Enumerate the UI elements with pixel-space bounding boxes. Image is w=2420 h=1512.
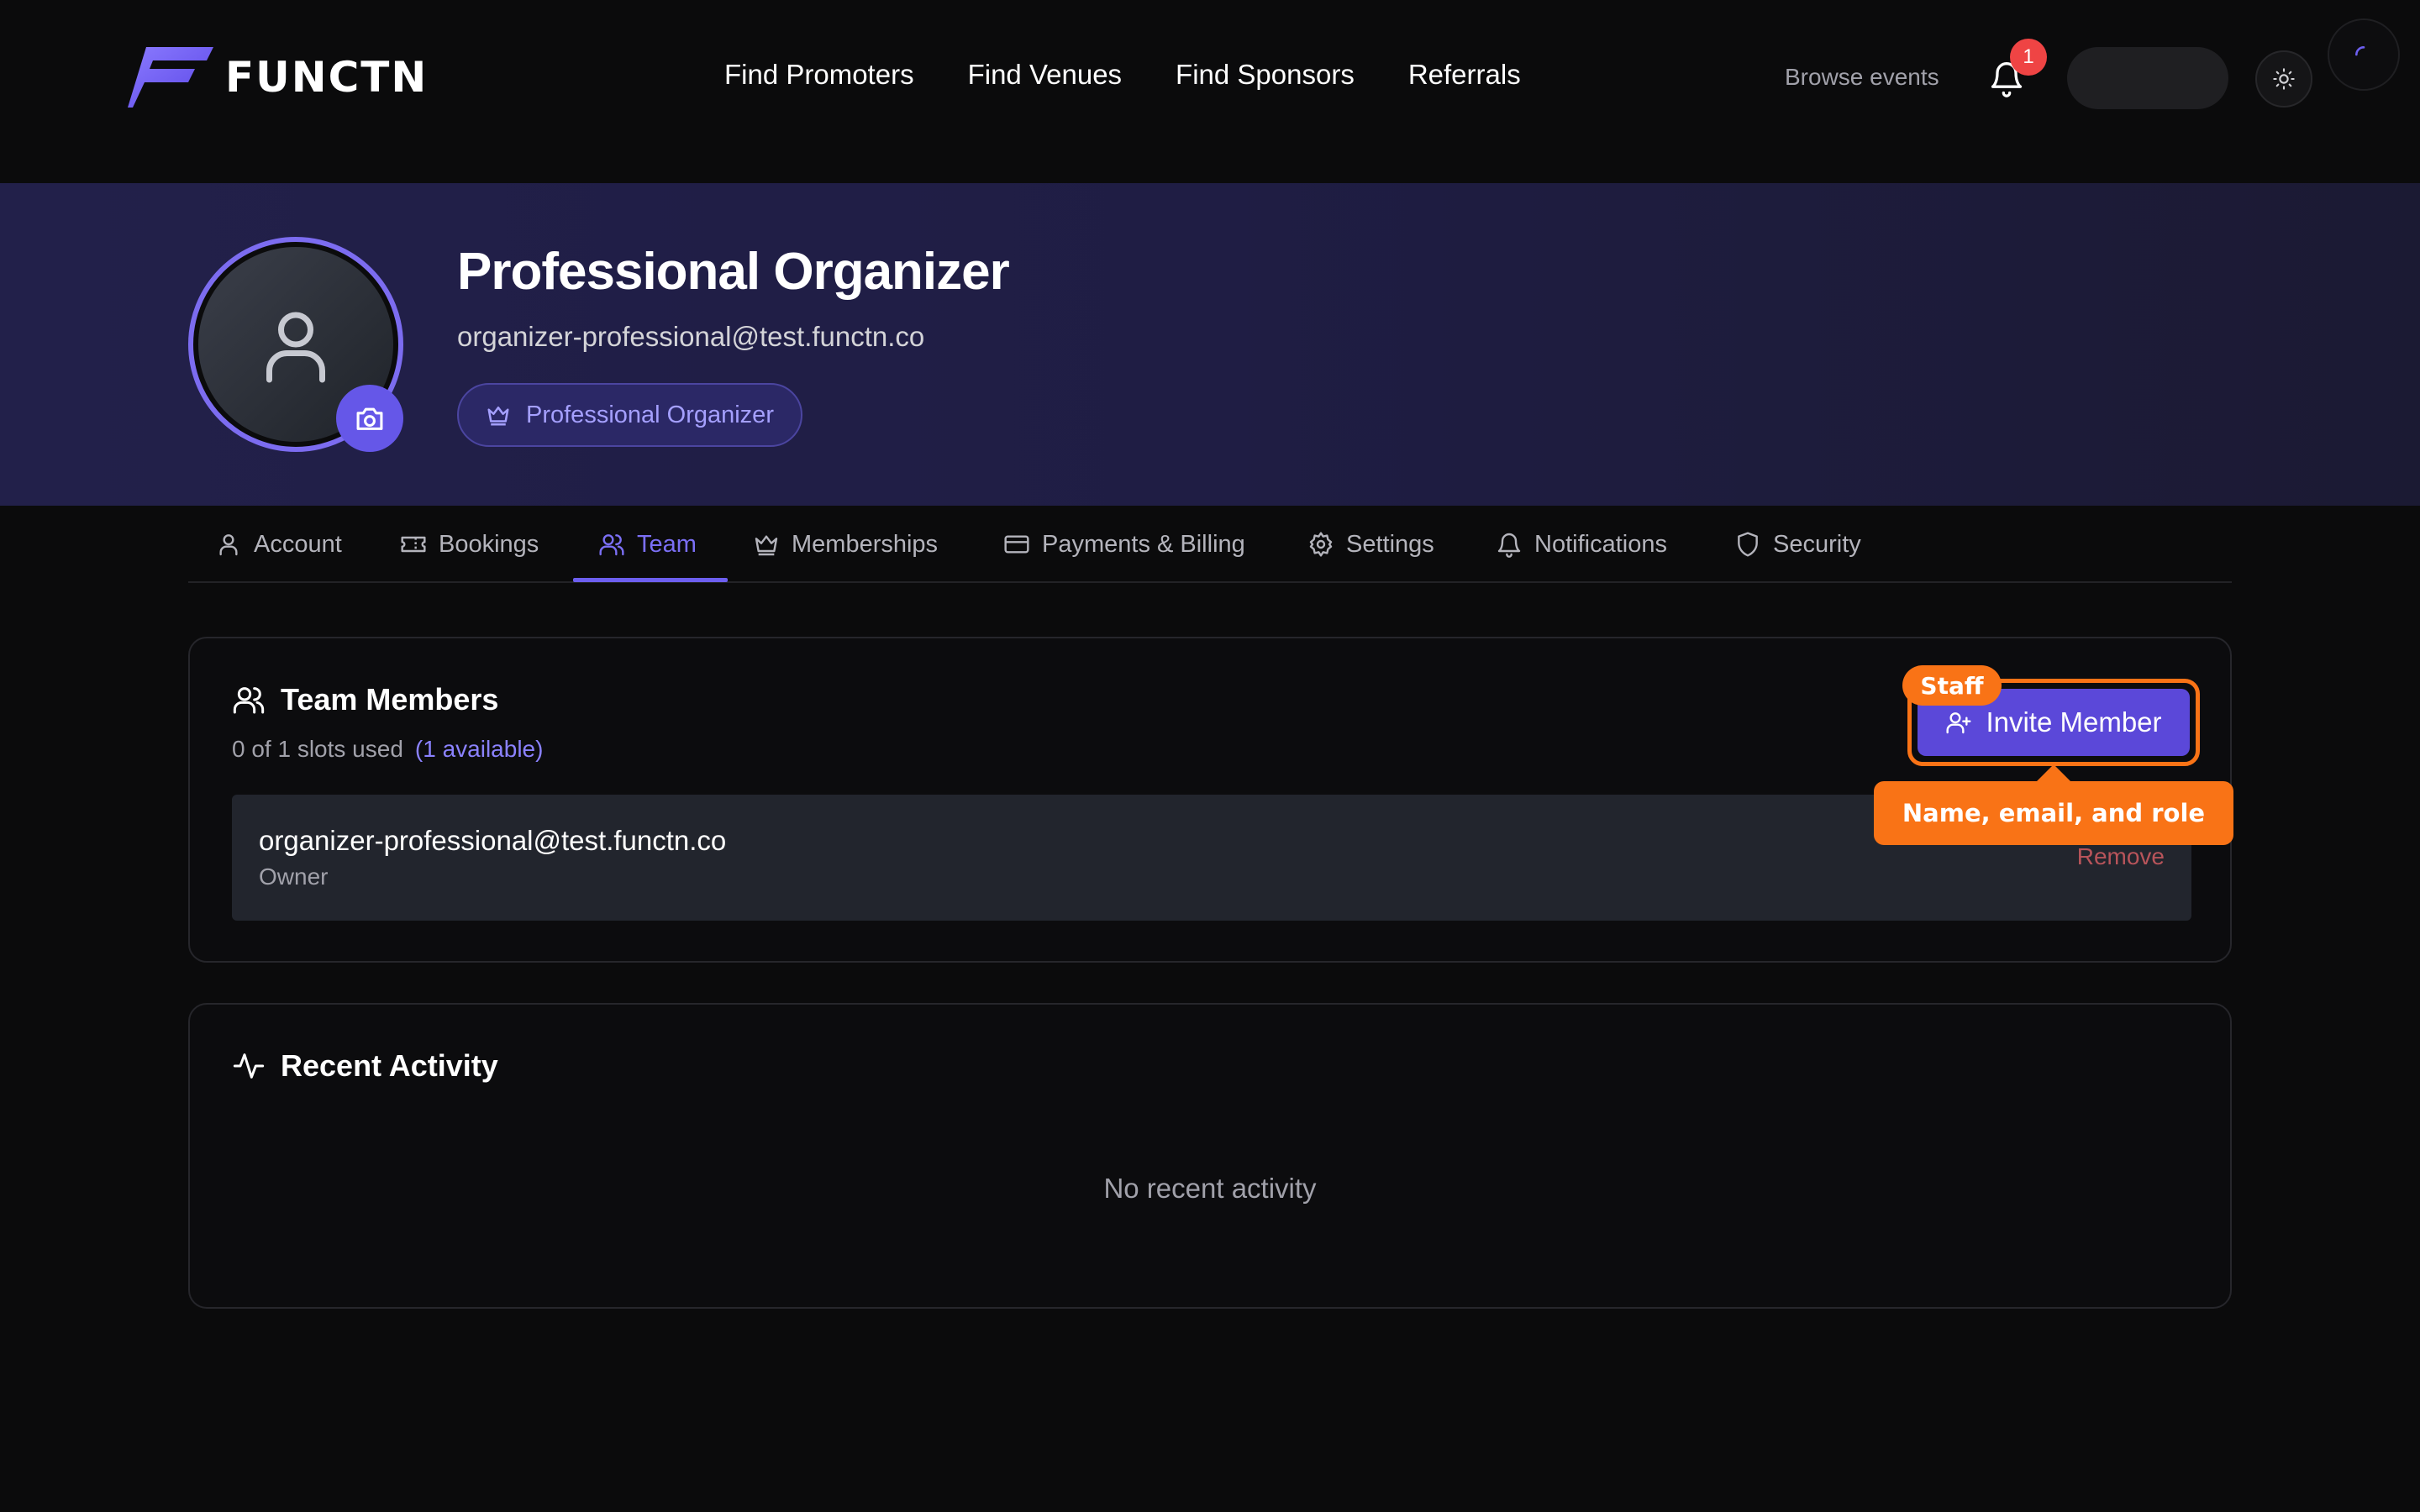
spinner-icon: [2355, 46, 2365, 56]
users-icon: [233, 687, 265, 714]
shield-icon: [1738, 532, 1758, 557]
activity-icon: [233, 1053, 265, 1079]
tab-notifications[interactable]: Notifications: [1496, 506, 1667, 583]
users-icon: [599, 534, 624, 556]
logo-text: FUNCTN: [225, 53, 429, 102]
nav-referrals[interactable]: Referrals: [1408, 59, 1521, 91]
tab-memberships-label: Memberships: [792, 530, 939, 558]
top-navbar: FUNCTN Find Promoters Find Venues Find S…: [0, 0, 2420, 183]
profile-name: Professional Organizer: [457, 243, 1010, 301]
recent-activity-heading: Recent Activity: [232, 1048, 498, 1084]
camera-icon: [356, 407, 383, 430]
tab-settings[interactable]: Settings: [1307, 506, 1434, 583]
user-icon: [219, 534, 238, 556]
recent-activity-card: Recent Activity No recent activity: [188, 1003, 2232, 1309]
nav-find-sponsors[interactable]: Find Sponsors: [1176, 59, 1355, 91]
tab-account-label: Account: [254, 530, 342, 558]
invite-member-label: Invite Member: [1986, 706, 2162, 738]
browse-events-link[interactable]: Browse events: [1785, 64, 1939, 91]
remove-member-button[interactable]: Remove: [2077, 843, 2165, 870]
credit-card-icon: [1004, 535, 1029, 554]
crown-icon: [755, 535, 778, 556]
primary-nav: Find Promoters Find Venues Find Sponsors…: [724, 59, 1521, 91]
tab-team-label: Team: [637, 530, 697, 558]
user-icon: [266, 312, 325, 383]
tab-memberships[interactable]: Memberships: [753, 506, 938, 583]
role-badge: Professional Organizer: [457, 383, 802, 447]
nav-find-promoters[interactable]: Find Promoters: [724, 59, 914, 91]
user-menu-button[interactable]: [2067, 47, 2228, 109]
change-avatar-button[interactable]: [336, 385, 403, 452]
slots-used-text: 0 of 1 slots used: [232, 736, 403, 762]
bell-icon: [1497, 533, 1521, 558]
tab-account[interactable]: Account: [215, 506, 342, 583]
empty-activity-message: No recent activity: [1103, 1173, 1317, 1204]
tab-payments-billing[interactable]: Payments & Billing: [1003, 506, 1245, 583]
tab-team[interactable]: Team: [598, 506, 697, 583]
crown-icon: [487, 407, 509, 426]
tab-payments-billing-label: Payments & Billing: [1042, 530, 1245, 558]
invite-tooltip: Name, email, and role: [1874, 781, 2233, 845]
staff-annotation-tag: Staff: [1902, 665, 2002, 706]
tab-notifications-label: Notifications: [1534, 530, 1667, 558]
functn-logo-mark: [128, 47, 213, 108]
gear-icon: [1309, 532, 1333, 557]
active-tab-indicator: [573, 578, 728, 582]
tab-security[interactable]: Security: [1734, 506, 1861, 583]
tooltip-arrow: [2037, 764, 2070, 781]
loading-indicator: [2328, 18, 2400, 91]
functn-logo[interactable]: FUNCTN: [128, 47, 428, 108]
team-members-title: Team Members: [281, 682, 499, 717]
tab-bookings[interactable]: Bookings: [400, 506, 539, 583]
sun-icon: [2273, 68, 2295, 90]
theme-toggle-button[interactable]: [2255, 50, 2312, 108]
nav-find-venues[interactable]: Find Venues: [968, 59, 1122, 91]
role-badge-label: Professional Organizer: [526, 401, 774, 428]
user-plus-icon: [1946, 712, 1971, 734]
member-email: organizer-professional@test.functn.co: [259, 825, 727, 856]
tab-bookings-label: Bookings: [439, 530, 539, 558]
tab-security-label: Security: [1773, 530, 1861, 558]
profile-email: organizer-professional@test.functn.co: [457, 321, 925, 352]
slots-usage: 0 of 1 slots used (1 available): [232, 736, 543, 763]
team-members-heading: Team Members: [232, 682, 498, 717]
notification-count-badge: 1: [2010, 39, 2047, 76]
ticket-icon: [401, 536, 426, 553]
slots-available-text: (1 available): [414, 736, 544, 762]
recent-activity-title: Recent Activity: [281, 1048, 498, 1083]
member-role: Owner: [259, 864, 329, 890]
tab-settings-label: Settings: [1346, 530, 1434, 558]
settings-tabs: Account Bookings Team Memberships Paymen…: [188, 506, 2232, 583]
